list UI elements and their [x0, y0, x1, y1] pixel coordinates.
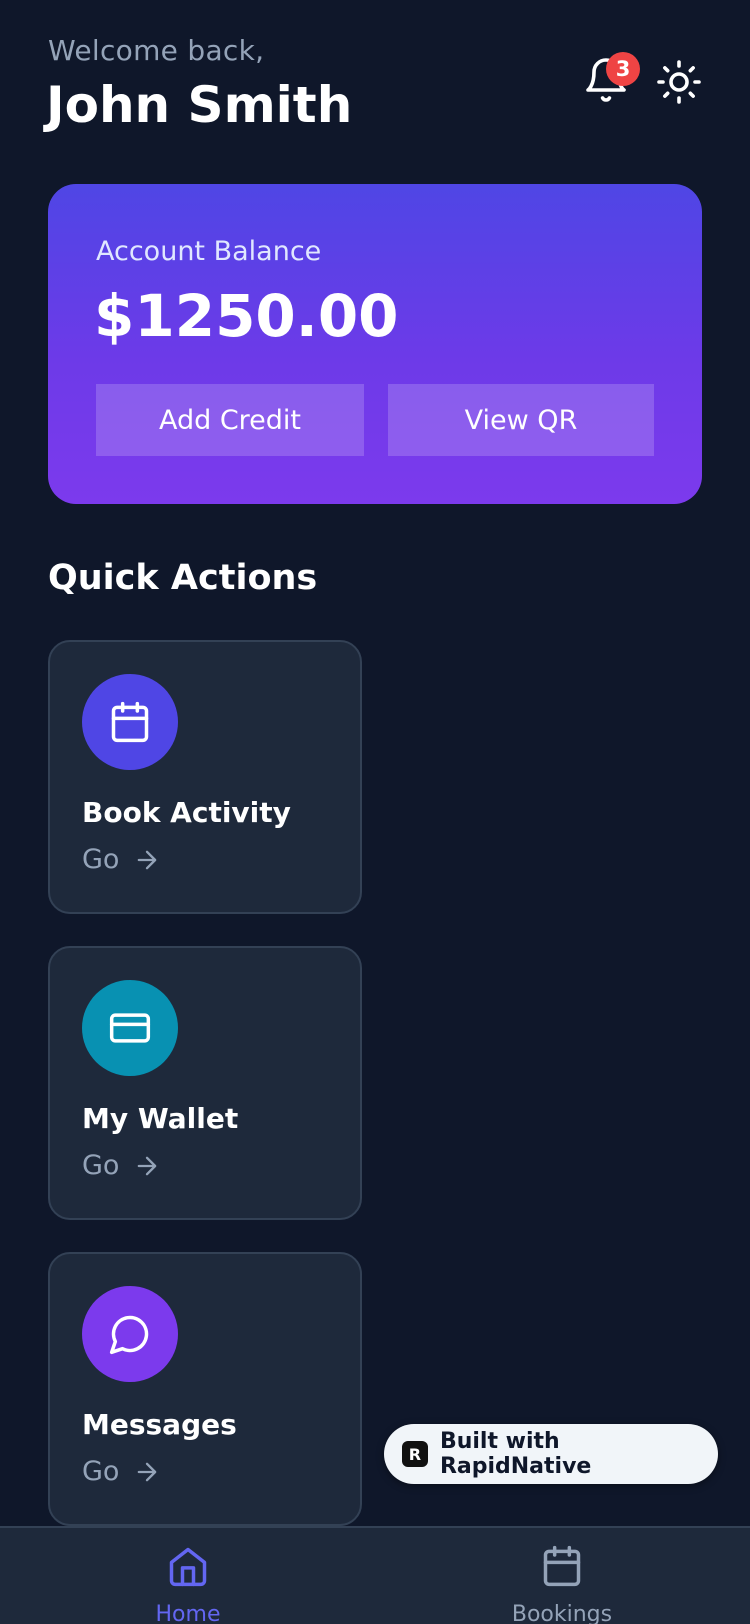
- action-go-link[interactable]: Go: [82, 844, 161, 875]
- balance-value: $1250.00: [94, 282, 399, 350]
- go-label: Go: [82, 1456, 120, 1487]
- sun-icon: [657, 60, 701, 104]
- action-icon-circle: [82, 1286, 178, 1382]
- action-title: Book Activity: [82, 796, 291, 829]
- action-icon-circle: [82, 980, 178, 1076]
- header: Welcome back, John Smith 3: [46, 32, 703, 142]
- action-icon-circle: [82, 674, 178, 770]
- action-go-link[interactable]: Go: [82, 1150, 161, 1181]
- go-label: Go: [82, 844, 120, 875]
- go-label: Go: [82, 1150, 120, 1181]
- calendar-icon: [111, 701, 149, 743]
- quick-actions-title: Quick Actions: [48, 558, 318, 598]
- theme-toggle-button[interactable]: [655, 58, 703, 106]
- action-card-messages[interactable]: Messages Go: [48, 1252, 362, 1526]
- tab-bookings[interactable]: Bookings: [462, 1528, 662, 1624]
- balance-card: Account Balance $1250.00 Add Credit View…: [48, 184, 702, 504]
- user-name: John Smith: [46, 76, 353, 134]
- action-go-link[interactable]: Go: [82, 1456, 161, 1487]
- built-with-badge[interactable]: R Built with RapidNative: [384, 1424, 718, 1484]
- bottom-tab-bar: Home Bookings: [0, 1526, 750, 1624]
- home-icon: [169, 1547, 207, 1587]
- message-circle-icon: [109, 1315, 149, 1355]
- action-title: My Wallet: [82, 1102, 239, 1135]
- view-qr-button[interactable]: View QR: [388, 384, 654, 456]
- built-with-label: Built with RapidNative: [439, 1429, 592, 1479]
- notification-badge: 3: [606, 52, 640, 86]
- tab-home[interactable]: Home: [88, 1528, 288, 1624]
- action-title: Messages: [82, 1408, 237, 1441]
- calendar-icon: [543, 1545, 581, 1587]
- add-credit-button[interactable]: Add Credit: [96, 384, 364, 456]
- balance-label: Account Balance: [96, 236, 322, 267]
- home-screen: Welcome back, John Smith 3 Account Balan…: [0, 0, 750, 1624]
- credit-card-icon: [109, 1013, 151, 1043]
- arrow-right-icon: [138, 1462, 157, 1481]
- arrow-right-icon: [138, 1156, 157, 1175]
- rapidnative-logo-icon: R: [402, 1441, 428, 1467]
- welcome-text: Welcome back,: [48, 34, 265, 67]
- action-card-my-wallet[interactable]: My Wallet Go: [48, 946, 362, 1220]
- action-card-book-activity[interactable]: Book Activity Go: [48, 640, 362, 914]
- arrow-right-icon: [138, 850, 157, 869]
- tab-label: Home: [155, 1602, 221, 1624]
- tab-label: Bookings: [511, 1602, 613, 1624]
